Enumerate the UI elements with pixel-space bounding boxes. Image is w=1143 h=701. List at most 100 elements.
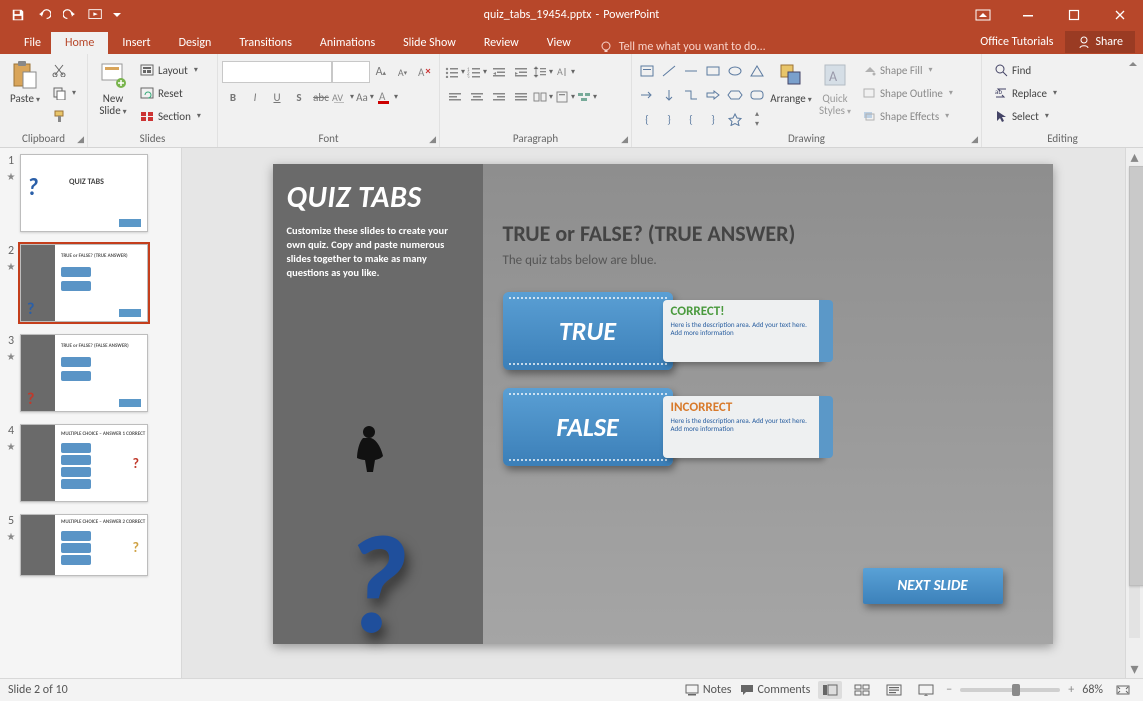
- scroll-down-icon[interactable]: ▾: [1126, 660, 1143, 678]
- zoom-slider-knob[interactable]: [1012, 684, 1020, 696]
- false-tab[interactable]: FALSE INCORRECT Here is the description …: [503, 388, 833, 466]
- select-button[interactable]: Select▾: [990, 105, 1061, 127]
- shape-outline-button[interactable]: Shape Outline▾: [858, 82, 957, 104]
- tab-design[interactable]: Design: [165, 32, 226, 54]
- copy-button[interactable]: ▾: [48, 82, 80, 104]
- minimize-button[interactable]: [1005, 0, 1051, 29]
- slide-heading[interactable]: QUIZ TABS: [287, 182, 469, 214]
- quick-styles-button[interactable]: A Quick Styles▾: [814, 57, 856, 132]
- columns-icon[interactable]: ▾: [532, 86, 554, 108]
- font-name-combo[interactable]: [222, 61, 332, 83]
- font-dialog-launcher[interactable]: ◢: [429, 134, 436, 145]
- slideshow-view-icon[interactable]: [914, 681, 938, 699]
- tab-slideshow[interactable]: Slide Show: [389, 32, 470, 54]
- bullets-icon[interactable]: ▾: [444, 61, 466, 83]
- align-center-icon[interactable]: [466, 86, 488, 108]
- clipboard-dialog-launcher[interactable]: ◢: [77, 134, 84, 145]
- qat-customize-icon[interactable]: [110, 3, 124, 27]
- question-mark-graphic[interactable]: ?: [343, 522, 408, 648]
- font-color-icon[interactable]: A▾: [376, 86, 398, 108]
- underline-icon[interactable]: U: [266, 86, 288, 108]
- undo-icon[interactable]: [32, 3, 56, 27]
- paragraph-dialog-launcher[interactable]: ◢: [621, 134, 628, 145]
- font-size-combo[interactable]: [332, 61, 370, 83]
- collapse-ribbon-icon[interactable]: [1127, 58, 1139, 70]
- close-button[interactable]: [1097, 0, 1143, 29]
- slide-sorter-view-icon[interactable]: [850, 681, 874, 699]
- slide-description[interactable]: Customize these slides to create your ow…: [287, 224, 469, 281]
- zoom-slider[interactable]: [960, 688, 1060, 692]
- layout-button[interactable]: Layout▾: [136, 59, 205, 81]
- shapes-gallery[interactable]: { } { } ▴▾: [636, 57, 768, 132]
- tell-me-search[interactable]: Tell me what you want to do...: [599, 40, 766, 54]
- scroll-thumb[interactable]: [1129, 166, 1143, 586]
- tab-review[interactable]: Review: [470, 32, 533, 54]
- text-shadow-icon[interactable]: S: [288, 86, 310, 108]
- start-from-beginning-icon[interactable]: [84, 3, 108, 27]
- zoom-in-button[interactable]: +: [1068, 683, 1074, 697]
- slide-thumbnail-5[interactable]: MULTIPLE CHOICE – ANSWER 2 CORRECT?: [20, 514, 148, 576]
- char-spacing-icon[interactable]: AV▾: [332, 86, 354, 108]
- tab-transitions[interactable]: Transitions: [225, 32, 306, 54]
- reset-button[interactable]: Reset: [136, 82, 205, 104]
- maximize-button[interactable]: [1051, 0, 1097, 29]
- normal-view-icon[interactable]: [818, 681, 842, 699]
- increase-indent-icon[interactable]: [510, 61, 532, 83]
- decrease-indent-icon[interactable]: [488, 61, 510, 83]
- line-spacing-icon[interactable]: ▾: [532, 61, 554, 83]
- question-subtitle[interactable]: The quiz tabs below are blue.: [503, 253, 1029, 268]
- align-right-icon[interactable]: [488, 86, 510, 108]
- align-left-icon[interactable]: [444, 86, 466, 108]
- text-direction-icon[interactable]: A▾: [554, 61, 576, 83]
- question-title[interactable]: TRUE or FALSE? (TRUE ANSWER): [503, 220, 1029, 247]
- strikethrough-icon[interactable]: abc: [310, 86, 332, 108]
- decrease-font-icon[interactable]: A▾: [392, 61, 414, 83]
- cut-button[interactable]: [48, 59, 80, 81]
- arrange-button[interactable]: Arrange▾: [770, 57, 812, 132]
- tab-insert[interactable]: Insert: [108, 32, 164, 54]
- tab-view[interactable]: View: [533, 32, 585, 54]
- slide-indicator[interactable]: Slide 2 of 10: [8, 683, 68, 697]
- align-text-icon[interactable]: ▾: [554, 86, 576, 108]
- slide-thumbnail-2[interactable]: TRUE or FALSE? (TRUE ANSWER)?: [20, 244, 148, 322]
- slide-thumbnail-1[interactable]: ?QUIZ TABS: [20, 154, 148, 232]
- redo-icon[interactable]: [58, 3, 82, 27]
- smartart-convert-icon[interactable]: ▾: [576, 86, 598, 108]
- zoom-out-button[interactable]: −: [946, 683, 952, 697]
- comments-button[interactable]: Comments: [740, 683, 811, 697]
- slide-thumbnail-panel[interactable]: 1★ ?QUIZ TABS 2★ TRUE or FALSE? (TRUE AN…: [0, 148, 182, 678]
- increase-font-icon[interactable]: A▴: [370, 61, 392, 83]
- tab-home[interactable]: Home: [51, 32, 108, 54]
- slide-thumbnail-3[interactable]: TRUE or FALSE? (FALSE ANSWER)?: [20, 334, 148, 412]
- slide-thumbnail-4[interactable]: MULTIPLE CHOICE – ANSWER 1 CORRECT?: [20, 424, 148, 502]
- save-icon[interactable]: [6, 3, 30, 27]
- zoom-level[interactable]: 68%: [1082, 683, 1103, 697]
- shape-fill-button[interactable]: Shape Fill▾: [858, 59, 957, 81]
- reading-view-icon[interactable]: [882, 681, 906, 699]
- italic-icon[interactable]: I: [244, 86, 266, 108]
- drawing-dialog-launcher[interactable]: ◢: [971, 134, 978, 145]
- scroll-up-icon[interactable]: ▴: [1126, 148, 1143, 166]
- next-slide-button[interactable]: NEXT SLIDE: [863, 568, 1003, 604]
- format-painter-button[interactable]: [48, 105, 80, 127]
- tab-file[interactable]: File: [14, 32, 51, 54]
- find-button[interactable]: Find: [990, 59, 1061, 81]
- section-button[interactable]: Section▾: [136, 105, 205, 127]
- new-slide-button[interactable]: New Slide▾: [92, 57, 134, 132]
- ribbon-display-options-icon[interactable]: [963, 0, 1003, 29]
- notes-button[interactable]: Notes: [685, 683, 732, 697]
- tab-animations[interactable]: Animations: [306, 32, 389, 54]
- office-tutorials-link[interactable]: Office Tutorials: [968, 31, 1065, 53]
- share-button[interactable]: Share: [1065, 31, 1135, 53]
- shape-effects-button[interactable]: Shape Effects▾: [858, 105, 957, 127]
- replace-button[interactable]: abReplace▾: [990, 82, 1061, 104]
- true-tab[interactable]: TRUE CORRECT! Here is the description ar…: [503, 292, 833, 370]
- slide-editor[interactable]: QUIZ TABS Customize these slides to crea…: [182, 148, 1143, 678]
- change-case-icon[interactable]: Aa▾: [354, 86, 376, 108]
- bold-icon[interactable]: B: [222, 86, 244, 108]
- numbering-icon[interactable]: 123▾: [466, 61, 488, 83]
- justify-icon[interactable]: [510, 86, 532, 108]
- shapes-more-icon[interactable]: ▴▾: [746, 108, 768, 130]
- current-slide[interactable]: QUIZ TABS Customize these slides to crea…: [273, 164, 1053, 644]
- editor-scrollbar[interactable]: ▴ ▾: [1125, 148, 1143, 678]
